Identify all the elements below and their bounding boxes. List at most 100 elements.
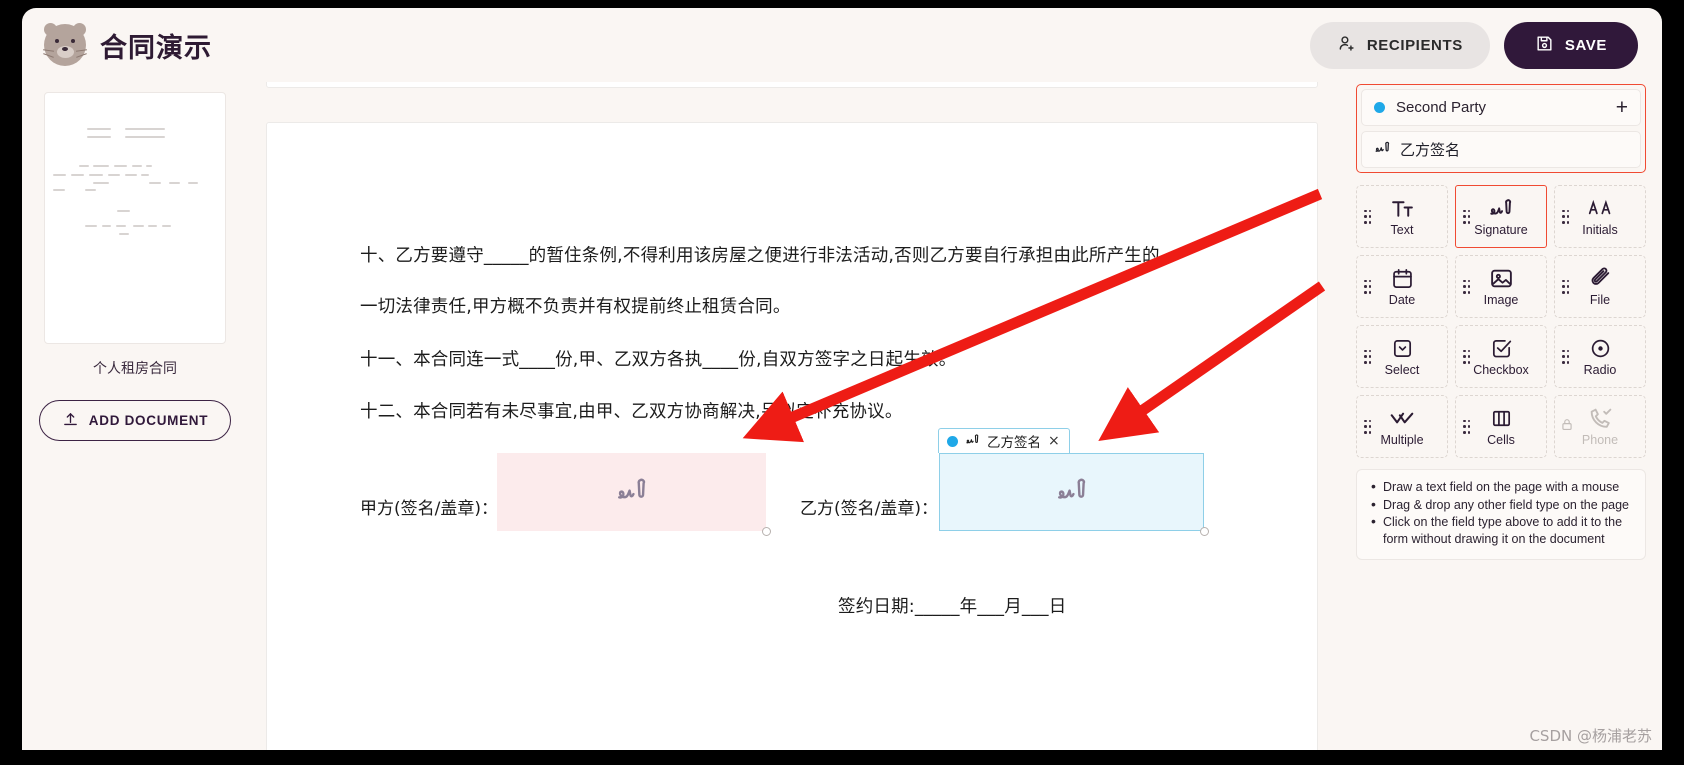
document-viewer[interactable]: 十、乙方要遵守_____的暂住条例,不得利用该房屋之便进行非法活动,否则乙方要自… <box>248 82 1340 750</box>
resize-handle[interactable] <box>1200 527 1209 536</box>
document-paragraph: 十一、本合同连一式____份,甲、乙双方各执____份,自双方签字之日起生效。 <box>360 350 957 370</box>
field-type-initials[interactable]: Initials <box>1554 185 1646 248</box>
sidebar: 个人租房合同 ADD DOCUMENT <box>22 82 248 750</box>
recipient-color-dot <box>947 435 958 447</box>
checkbox-icon <box>1490 336 1513 360</box>
field-type-label: Image <box>1483 293 1519 307</box>
document-thumbnail[interactable] <box>44 92 226 344</box>
drag-handle-icon[interactable] <box>1562 349 1569 364</box>
document-page-previous <box>266 82 1318 88</box>
paperclip-icon <box>1588 266 1613 290</box>
field-type-label: Initials <box>1582 223 1618 237</box>
drag-handle-icon[interactable] <box>1364 209 1371 224</box>
drag-handle-icon[interactable] <box>1463 279 1470 294</box>
recipient-section-highlight: Second Party + 乙方签名 <box>1356 84 1646 173</box>
watermark: CSDN @杨浦老苏 <box>1529 727 1652 745</box>
hint-item: Draw a text field on the page with a mou… <box>1369 478 1631 496</box>
field-tag[interactable]: 乙方签名 × <box>938 428 1070 453</box>
signature-icon <box>1055 473 1089 512</box>
drag-handle-icon[interactable] <box>1364 279 1371 294</box>
field-type-phone: Phone <box>1554 395 1646 458</box>
field-type-label: Date <box>1388 293 1416 307</box>
field-type-label: Text <box>1390 223 1414 237</box>
close-icon[interactable]: × <box>1048 433 1060 449</box>
document-paragraph: 十、乙方要遵守_____的暂住条例,不得利用该房屋之便进行非法活动,否则乙方要自… <box>360 246 1160 266</box>
field-type-multiple[interactable]: Multiple <box>1356 395 1448 458</box>
drag-handle-icon[interactable] <box>1463 209 1470 224</box>
field-hints: Draw a text field on the page with a mou… <box>1356 469 1646 560</box>
signature-field-first-party[interactable] <box>497 453 771 536</box>
recipient-color-dot <box>1374 102 1385 113</box>
field-type-label: Multiple <box>1380 433 1424 447</box>
signature-field-second-party[interactable]: 乙方签名 × <box>938 428 1209 536</box>
drag-handle-icon[interactable] <box>1562 209 1569 224</box>
signing-date-line: 签约日期:_____年___月___日 <box>838 597 1067 617</box>
field-type-checkbox[interactable]: Checkbox <box>1455 325 1547 388</box>
field-type-grid: Text Signature Initials Date Image File … <box>1356 185 1646 458</box>
signature-icon <box>965 432 980 451</box>
phone-check-icon <box>1588 406 1613 430</box>
recipient-name: Second Party <box>1396 99 1487 116</box>
thumbnail-label: 个人租房合同 <box>93 360 177 376</box>
field-type-select[interactable]: Select <box>1356 325 1448 388</box>
recipients-button[interactable]: RECIPIENTS <box>1309 21 1490 69</box>
field-type-cells[interactable]: Cells <box>1455 395 1547 458</box>
save-button[interactable]: SAVE <box>1503 21 1638 69</box>
document-paragraph: 一切法律责任,甲方概不负责并有权提前终止租赁合同。 <box>360 297 791 317</box>
drag-handle-icon[interactable] <box>1364 349 1371 364</box>
field-type-label: Select <box>1384 363 1420 377</box>
field-type-signature[interactable]: Signature <box>1455 185 1547 248</box>
recipients-button-label: RECIPIENTS <box>1366 36 1463 54</box>
field-type-label: Signature <box>1474 223 1528 237</box>
field-type-file[interactable]: File <box>1554 255 1646 318</box>
radio-icon <box>1589 336 1612 360</box>
second-party-signature-label: 乙方(签名/盖章)： <box>800 499 938 519</box>
recipient-field-label: 乙方签名 <box>1400 141 1461 159</box>
field-type-radio[interactable]: Radio <box>1554 325 1646 388</box>
cells-icon <box>1490 406 1513 430</box>
field-type-label: Checkbox <box>1473 363 1529 377</box>
field-type-label: Cells <box>1487 433 1515 447</box>
drag-handle-icon[interactable] <box>1463 419 1470 434</box>
hint-item: Click on the field type above to add it … <box>1369 513 1631 547</box>
drag-handle-icon[interactable] <box>1364 419 1371 434</box>
first-party-signature-label: 甲方(签名/盖章)： <box>360 499 498 519</box>
signature-icon <box>615 473 649 512</box>
document-content: 十、乙方要遵守_____的暂住条例,不得利用该房屋之便进行非法活动,否则乙方要自… <box>267 123 1317 750</box>
drag-handle-icon[interactable] <box>1562 279 1569 294</box>
drag-handle-icon[interactable] <box>1463 349 1470 364</box>
field-type-label: Phone <box>1581 433 1619 447</box>
add-person-icon <box>1337 34 1356 57</box>
save-button-label: SAVE <box>1564 36 1607 54</box>
signature-icon <box>1488 196 1514 220</box>
field-type-text[interactable]: Text <box>1356 185 1448 248</box>
dropdown-select-icon <box>1391 336 1414 360</box>
recipient-field-item[interactable]: 乙方签名 <box>1361 131 1641 168</box>
document-page-current[interactable]: 十、乙方要遵守_____的暂住条例,不得利用该房屋之便进行非法活动,否则乙方要自… <box>266 122 1318 750</box>
double-check-icon <box>1389 406 1415 430</box>
add-field-button[interactable]: + <box>1616 97 1628 118</box>
calendar-icon <box>1391 266 1414 290</box>
fields-panel: Second Party + 乙方签名 Text Signature Initi… <box>1340 82 1662 750</box>
recipient-header[interactable]: Second Party + <box>1361 89 1641 126</box>
field-type-label: File <box>1589 293 1611 307</box>
document-paragraph: 十二、本合同若有未尽事宜,由甲、乙双方协商解决,另拟定补充协议。 <box>360 402 903 422</box>
seal-avatar-icon <box>42 23 88 66</box>
resize-handle[interactable] <box>762 527 771 536</box>
field-type-date[interactable]: Date <box>1356 255 1448 318</box>
image-icon <box>1489 266 1514 290</box>
field-tag-label: 乙方签名 <box>987 435 1041 451</box>
text-tt-icon <box>1390 196 1415 220</box>
initials-aa-icon <box>1587 196 1614 220</box>
field-type-image[interactable]: Image <box>1455 255 1547 318</box>
lock-icon <box>1560 417 1574 436</box>
hint-item: Drag & drop any other field type on the … <box>1369 496 1631 514</box>
add-document-label: ADD DOCUMENT <box>88 413 209 428</box>
brand: 合同演示 <box>42 23 212 66</box>
add-document-button[interactable]: ADD DOCUMENT <box>38 400 232 441</box>
floppy-disk-icon <box>1535 34 1554 57</box>
signature-icon <box>1374 139 1391 160</box>
upload-icon <box>62 411 79 431</box>
header-actions: RECIPIENTS SAVE <box>1309 21 1638 69</box>
app-window: 合同演示 RECIPIENTS SAVE 个人租房合同 ADD DOCUMENT… <box>22 8 1662 750</box>
